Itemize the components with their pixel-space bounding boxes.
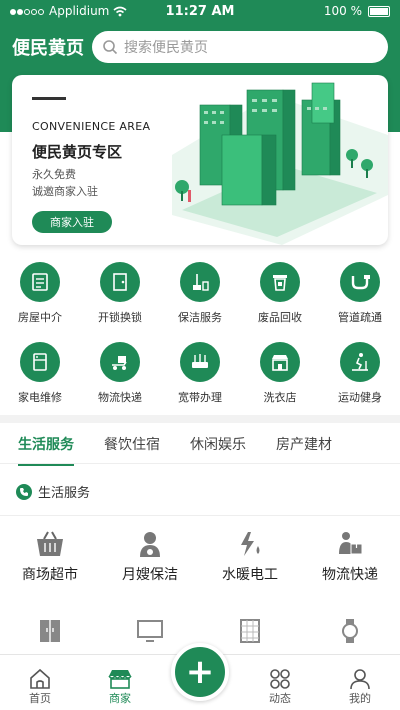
phone-icon [16, 483, 32, 500]
category-courier[interactable]: 物流快递 [300, 530, 400, 584]
service-cleaning[interactable]: 保洁服务 [160, 262, 240, 325]
tab-life-services[interactable]: 生活服务 [18, 434, 74, 466]
service-label: 保洁服务 [178, 311, 222, 324]
basket-icon [37, 531, 63, 556]
category-item[interactable] [200, 618, 300, 644]
feed-icon [270, 669, 290, 689]
category-grid-row-1: 商场超市 月嫂保洁 水暖电工 物流快递 [0, 530, 400, 584]
delivery-icon [112, 356, 127, 370]
home-icon [30, 668, 50, 689]
house-agency-icon [32, 273, 48, 291]
tile-icon [240, 619, 260, 643]
search-input[interactable]: 搜索便民黄页 [92, 31, 388, 63]
service-lock[interactable]: 开锁换锁 [80, 262, 160, 325]
banner-en-title: CONVENIENCE AREA [32, 120, 151, 133]
treadmill-icon [352, 353, 368, 371]
category-grid-row-2 [0, 618, 400, 644]
status-bar: Applidium 11:27 AM 100 % [0, 0, 400, 22]
service-delivery[interactable]: 物流快递 [80, 342, 160, 405]
service-grid-row-2: 家电维修 物流快递 宽带办理 洗衣店 运动健身 [0, 342, 400, 405]
search-icon [103, 40, 118, 55]
service-label: 废品回收 [258, 311, 302, 324]
door-lock-icon [113, 273, 127, 291]
category-item[interactable] [0, 618, 100, 644]
service-label: 房屋中介 [18, 311, 62, 324]
nanny-icon [140, 532, 160, 557]
profile-icon [350, 669, 370, 690]
tab-label: 商家 [109, 692, 131, 705]
plus-icon: + [185, 652, 215, 692]
search-placeholder: 搜索便民黄页 [124, 40, 208, 56]
service-label: 管道疏通 [338, 311, 382, 324]
recycle-bin-icon [273, 275, 287, 291]
tab-label: 我的 [349, 692, 371, 705]
category-label: 商场超市 [22, 567, 78, 583]
section-divider [0, 415, 400, 423]
laundry-shop-icon [272, 355, 288, 371]
tab-home[interactable]: 首页 [0, 655, 80, 710]
category-label: 月嫂保洁 [122, 567, 178, 583]
battery-icon [368, 5, 390, 17]
category-nanny[interactable]: 月嫂保洁 [100, 530, 200, 584]
tab-leisure[interactable]: 休闲娱乐 [190, 434, 246, 454]
service-house-agency[interactable]: 房屋中介 [0, 262, 80, 325]
category-label: 水暖电工 [222, 567, 278, 583]
banner-cn-title: 便民黄页专区 [32, 143, 123, 161]
add-post-button[interactable]: + [171, 643, 229, 701]
tab-label: 首页 [29, 692, 51, 705]
battery-percent: 100 % [323, 4, 362, 18]
merchant-join-button[interactable]: 商家入驻 [32, 211, 112, 233]
electric-icon [241, 532, 260, 556]
tab-profile[interactable]: 我的 [320, 655, 400, 710]
service-pipe[interactable]: 管道疏通 [320, 262, 400, 325]
watch-icon [342, 619, 358, 643]
service-recycle[interactable]: 废品回收 [240, 262, 320, 325]
service-label: 宽带办理 [178, 391, 222, 404]
tab-dining-lodging[interactable]: 餐饮住宿 [104, 434, 160, 454]
pipe-icon [351, 275, 370, 290]
signal-icon [10, 4, 45, 18]
monitor-icon [137, 620, 163, 642]
shop-icon [108, 670, 132, 689]
tab-merchants[interactable]: 商家 [80, 655, 160, 710]
category-item[interactable] [100, 618, 200, 644]
banner-line-2: 诚邀商家入驻 [32, 185, 98, 198]
section-header: 生活服务 [16, 482, 90, 501]
banner-line-1: 永久免费 [32, 168, 76, 181]
service-broadband[interactable]: 宽带办理 [160, 342, 240, 405]
category-plumber-electrician[interactable]: 水暖电工 [200, 530, 300, 584]
courier-icon [339, 532, 363, 555]
service-laundry[interactable]: 洗衣店 [240, 342, 320, 405]
category-item[interactable] [300, 618, 400, 644]
service-label: 运动健身 [338, 391, 382, 404]
wifi-icon [113, 6, 127, 16]
banner-accent-line [32, 97, 66, 100]
city-illustration [172, 82, 388, 245]
carrier-name: Applidium [49, 4, 110, 18]
category-supermarket[interactable]: 商场超市 [0, 530, 100, 584]
service-label: 家电维修 [18, 391, 62, 404]
page-title: 便民黄页 [12, 38, 84, 59]
promo-banner[interactable]: CONVENIENCE AREA 便民黄页专区 永久免费 诚邀商家入驻 商家入驻 [12, 75, 388, 245]
service-fitness[interactable]: 运动健身 [320, 342, 400, 405]
clock: 11:27 AM [165, 3, 235, 19]
category-label: 物流快递 [322, 567, 378, 583]
tab-real-estate[interactable]: 房产建材 [276, 434, 332, 454]
section-rule [0, 515, 400, 516]
app-header: 便民黄页 搜索便民黄页 [0, 22, 400, 72]
section-title: 生活服务 [38, 486, 91, 501]
router-icon [192, 354, 208, 368]
cleaning-icon [193, 274, 209, 291]
tab-feed[interactable]: 动态 [240, 655, 320, 710]
service-appliance-repair[interactable]: 家电维修 [0, 342, 80, 405]
service-grid-row-1: 房屋中介 开锁换锁 保洁服务 废品回收 管道疏通 [0, 262, 400, 325]
service-label: 洗衣店 [263, 391, 297, 404]
wardrobe-icon [40, 620, 60, 642]
category-tabs: 生活服务 餐饮住宿 休闲娱乐 房产建材 [0, 424, 400, 466]
tab-label: 动态 [269, 692, 291, 705]
appliance-repair-icon [33, 353, 47, 371]
service-label: 物流快递 [98, 391, 142, 404]
service-label: 开锁换锁 [98, 311, 142, 324]
